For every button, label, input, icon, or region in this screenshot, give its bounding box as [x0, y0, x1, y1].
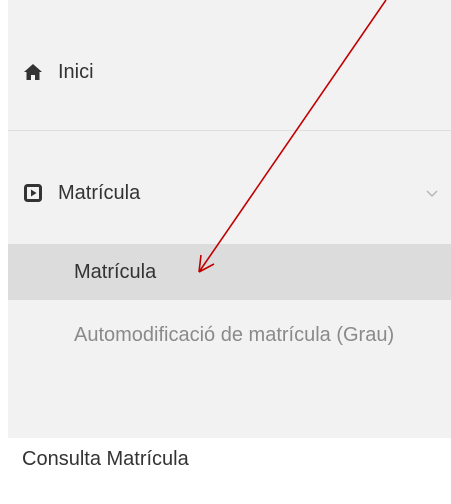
- sidebar-item-matricula[interactable]: Matrícula: [8, 170, 451, 216]
- submenu-item-matricula[interactable]: Matrícula: [8, 244, 451, 300]
- submenu-item-automodificacio[interactable]: Automodificació de matrícula (Grau): [8, 314, 451, 404]
- sidebar-item-home[interactable]: Inici: [8, 48, 451, 96]
- play-square-icon: [22, 182, 44, 204]
- submenu-item-automodificacio-label: Automodificació de matrícula (Grau): [74, 324, 395, 346]
- sidebar-divider: [8, 130, 451, 131]
- sidebar-item-home-label: Inici: [58, 60, 94, 83]
- home-icon: [22, 61, 44, 83]
- sidebar-item-consulta-matricula[interactable]: Consulta Matrícula: [22, 436, 189, 482]
- submenu-item-matricula-label: Matrícula: [74, 260, 157, 283]
- chevron-down-icon[interactable]: [423, 184, 441, 202]
- sidebar-item-consulta-label: Consulta Matrícula: [22, 447, 189, 470]
- sidebar-item-matricula-label: Matrícula: [58, 181, 141, 204]
- screenshot-canvas: Inici Matrícula Matrícula Automodificaci…: [0, 0, 451, 504]
